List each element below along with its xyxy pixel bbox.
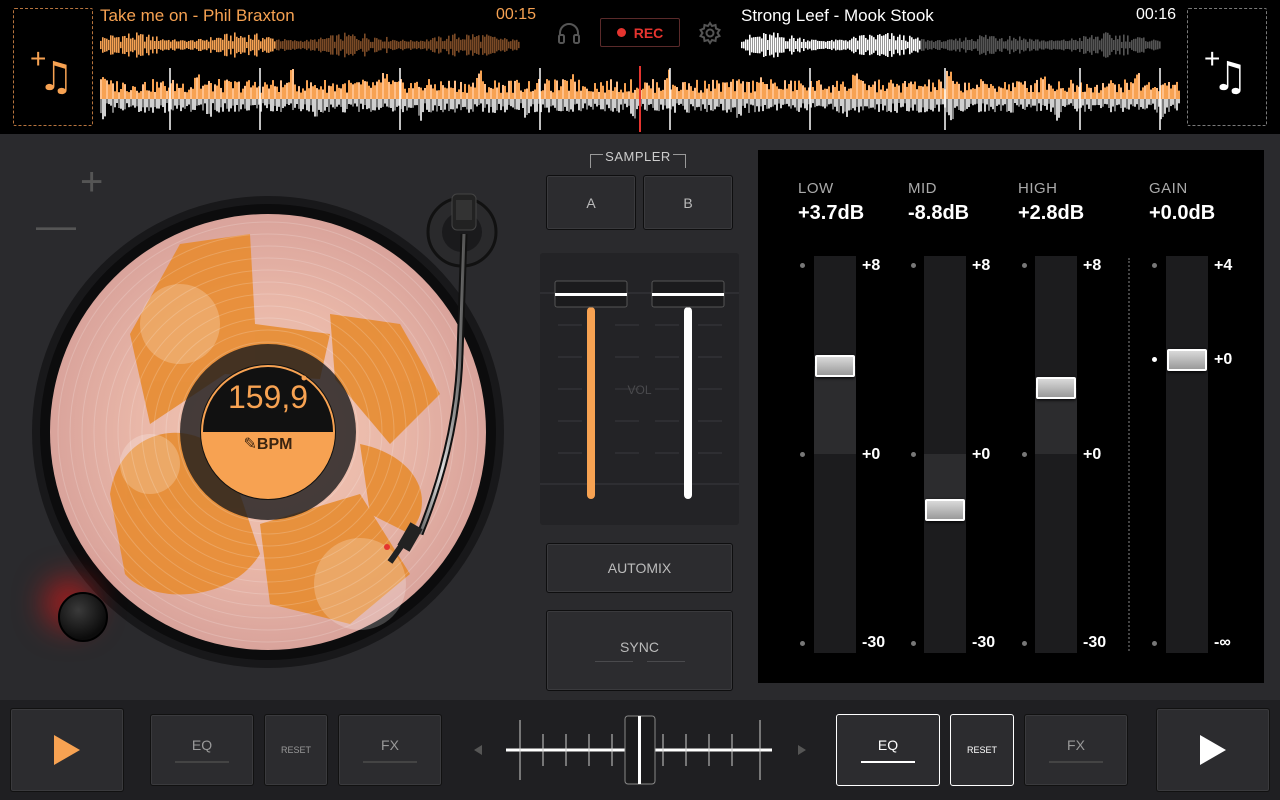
crossfader-right-arrow-icon [798, 745, 806, 755]
load-track-left-button[interactable]: + ♫ [13, 8, 93, 126]
volume-label: VOL [627, 383, 652, 397]
sampler-b-button[interactable]: B [643, 175, 733, 230]
eq-button-left[interactable]: EQ [150, 714, 254, 786]
volume-panel: VOL [540, 253, 739, 525]
gain-zero: +0 [1214, 351, 1233, 368]
eq-mid-slider[interactable] [924, 256, 966, 653]
sampler-a-button[interactable]: A [546, 175, 636, 230]
volume-fader-left-cap [554, 280, 628, 308]
reset-button-left[interactable]: RESET [264, 714, 328, 786]
play-icon [1200, 735, 1226, 765]
play-icon [54, 735, 80, 765]
eq-high-name: HIGH [1018, 180, 1058, 197]
eq-mid-name: MID [908, 180, 937, 197]
play-button-right[interactable] [1156, 708, 1270, 792]
eq-high-slider[interactable] [1035, 256, 1077, 653]
eq-low-slider[interactable] [814, 256, 856, 653]
record-dot-icon [616, 28, 626, 37]
reset-button-label: RESET [966, 745, 997, 755]
overview-waveform-left[interactable] [100, 30, 520, 60]
eq-mid-handle[interactable] [925, 499, 965, 521]
music-note-icon: ♫ [1212, 54, 1248, 100]
reset-button-right[interactable]: RESET [950, 714, 1014, 786]
automix-label: AUTOMIX [607, 560, 672, 576]
volume-fader-left-track [587, 307, 595, 499]
fx-button-left[interactable]: FX [338, 714, 442, 786]
eq-low-max: +8 [862, 257, 881, 274]
crossfader-left-arrow-icon [474, 745, 482, 755]
gain-slider[interactable] [1166, 256, 1208, 653]
fx-button-label: FX [381, 737, 399, 753]
eq-divider [1128, 258, 1130, 651]
volume-fader-right-cap [651, 280, 725, 308]
gain-handle[interactable] [1167, 349, 1207, 371]
sync-indicator-lines [594, 661, 685, 662]
music-note-icon: ♫ [38, 54, 74, 100]
bottom-bar: EQ RESET FX EQ RESET FX [0, 700, 1280, 800]
eq-panel: LOW +3.7dB +8 +0 -30 MID -8.8dB +8 +0 -3… [758, 150, 1264, 683]
fx-button-right[interactable]: FX [1024, 714, 1128, 786]
gear-icon[interactable] [697, 20, 723, 46]
track-time-left: 00:15 [496, 6, 537, 23]
record-button[interactable]: REC [600, 18, 680, 47]
automix-button[interactable]: AUTOMIX [546, 543, 733, 593]
eq-low-name: LOW [798, 180, 834, 197]
eq-button-right[interactable]: EQ [836, 714, 940, 786]
crossfader[interactable] [470, 710, 810, 790]
track-title-right: Strong Leef - Mook Stook [741, 6, 934, 25]
scrolling-waveform[interactable] [100, 66, 1180, 132]
eq-mid-zero: +0 [972, 446, 991, 463]
sync-label: SYNC [620, 639, 659, 655]
record-label: REC [633, 24, 664, 41]
turntable-deck-left: + — 159,9 ✎BPM [0, 134, 540, 700]
reset-button-label: RESET [280, 745, 311, 755]
eq-mid-max: +8 [972, 257, 991, 274]
eq-low-zero: +0 [862, 446, 881, 463]
sampler-label: SAMPLER [605, 149, 671, 164]
headphones-icon[interactable] [556, 20, 582, 46]
eq-low-min: -30 [862, 634, 886, 651]
load-track-right-button[interactable]: + ♫ [1187, 8, 1267, 126]
track-title-left: Take me on - Phil Braxton [100, 6, 295, 25]
eq-button-label: EQ [191, 737, 213, 753]
play-button-left[interactable] [10, 708, 124, 792]
eq-low-handle[interactable] [815, 355, 855, 377]
eq-high-handle[interactable] [1036, 377, 1076, 399]
eq-mid-min: -30 [972, 634, 996, 651]
volume-fader-right-track [684, 307, 692, 499]
eq-high-max: +8 [1083, 257, 1102, 274]
eq-high-value: +2.8dB [1018, 202, 1085, 224]
bpm-edit-button[interactable]: ✎BPM [205, 434, 331, 454]
eq-low-value: +3.7dB [798, 202, 865, 224]
sync-button[interactable]: SYNC [546, 610, 733, 691]
eq-high-zero: +0 [1083, 446, 1102, 463]
crossfader-handle [624, 715, 656, 785]
gain-min: -∞ [1214, 634, 1231, 651]
bpm-display: 159,9 [227, 379, 309, 415]
fx-button-label: FX [1067, 737, 1085, 753]
top-bar: + ♫ + ♫ Take me on - Phil Braxton 00:15 … [0, 0, 1280, 134]
gain-max: +4 [1214, 257, 1233, 274]
track-time-right: 00:16 [1136, 6, 1177, 23]
gain-value: +0.0dB [1149, 202, 1216, 224]
gain-name: GAIN [1149, 180, 1188, 197]
overview-waveform-right[interactable] [741, 30, 1161, 60]
eq-button-label: EQ [877, 737, 899, 753]
start-stop-knob[interactable] [58, 592, 108, 642]
eq-mid-value: -8.8dB [908, 202, 970, 224]
eq-high-min: -30 [1083, 634, 1107, 651]
